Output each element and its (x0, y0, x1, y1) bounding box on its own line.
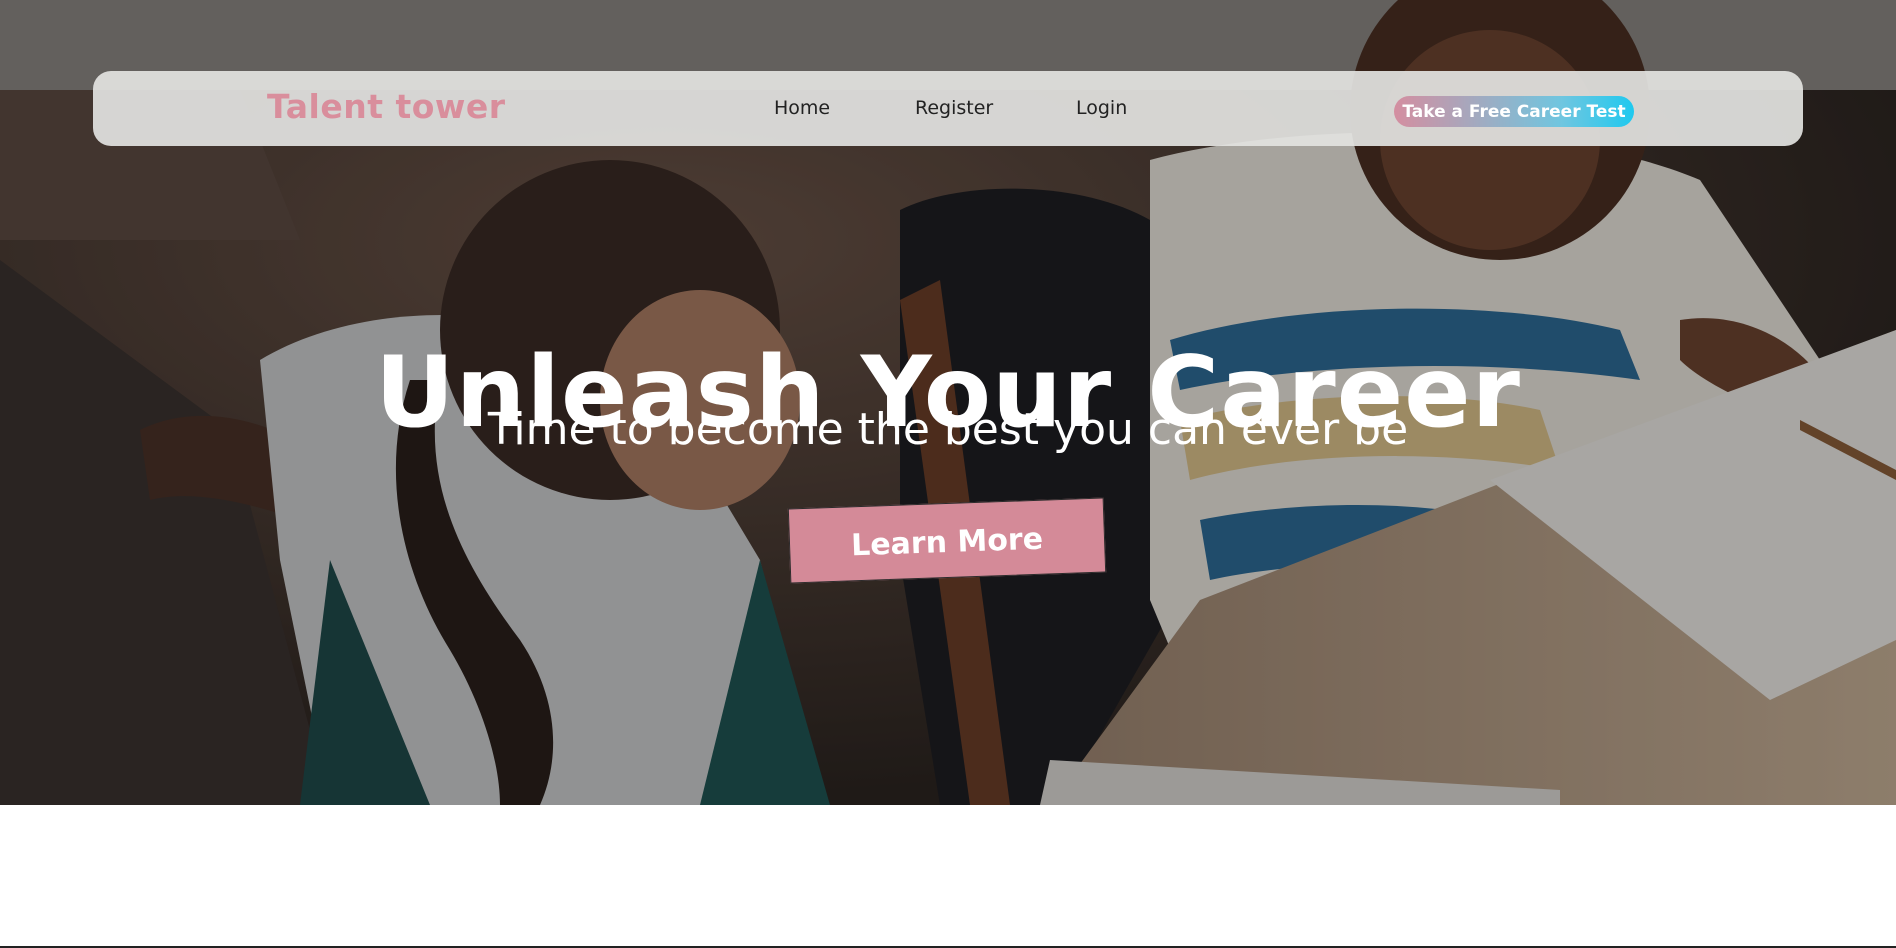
nav-link-home[interactable]: Home (774, 97, 830, 119)
brand-logo[interactable]: Talent tower (267, 87, 506, 126)
navbar: Talent tower Home Register Login Take a … (93, 71, 1803, 146)
free-career-test-button[interactable]: Take a Free Career Test (1394, 96, 1634, 127)
learn-more-wrapper: Learn More (787, 497, 1107, 584)
learn-more-button[interactable]: Learn More (787, 497, 1107, 584)
nav-link-register[interactable]: Register (915, 97, 993, 119)
hero-section: Talent tower Home Register Login Take a … (0, 0, 1896, 805)
nav-link-login[interactable]: Login (1076, 97, 1127, 119)
hero-subline: Time to become the best you can ever be (487, 404, 1409, 455)
page: Talent tower Home Register Login Take a … (0, 0, 1896, 948)
